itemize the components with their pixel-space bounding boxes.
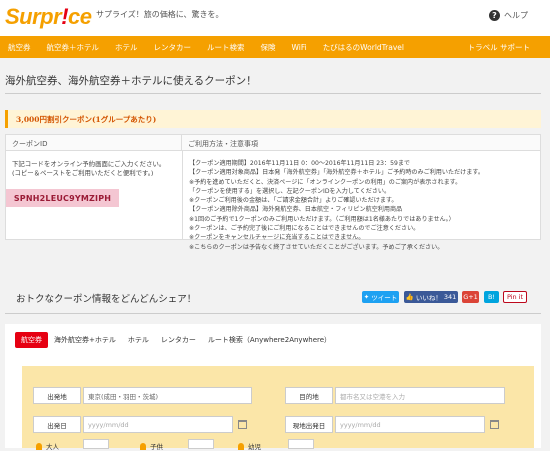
header: Surpr!ce サプライズ！旅の価格に、驚きを。 ? ヘルプ	[0, 0, 550, 36]
surprice-logo[interactable]: Surpr!ce	[5, 4, 92, 30]
tab-flights[interactable]: 航空券	[15, 332, 48, 348]
terms-line: ※クーポンご利用後の金額は、「ご請求金額合計」よりご確認いただけます。	[189, 197, 398, 205]
coupon-instructions: 下記コードをオンライン予約画面にご入力ください。 (コピー＆ペーストをご利用いた…	[12, 160, 166, 177]
main-nav: 航空券 航空券＋ホテル ホテル レンタカー ルート検索 保険 WiFi たびはる…	[0, 36, 550, 58]
page-title: 海外航空券、海外航空券＋ホテルに使えるクーポン！	[5, 75, 257, 87]
nav-item-route-search[interactable]: ルート検索	[199, 42, 253, 53]
nav-item-rentacar[interactable]: レンタカー	[146, 42, 200, 53]
nav-item-flight-hotel[interactable]: 航空券＋ホテル	[39, 42, 108, 53]
destination-label: 目的地	[285, 387, 333, 404]
return-date-label: 現地出発日	[285, 416, 333, 433]
tweet-button[interactable]: ✦ ツイート	[362, 291, 399, 303]
tagline: サプライズ！旅の価格に、驚きを。	[96, 10, 224, 19]
terms-line: ※予約を進めていただくと、決済ページに「オンラインクーポンの利用」のご案内が表示…	[189, 178, 462, 186]
tab-rentacar[interactable]: レンタカー	[155, 332, 202, 348]
terms-line: 【クーポン適用対象商品】日本発「海外航空券」「海外航空券＋ホテル」ご予約時のみご…	[189, 169, 484, 177]
twitter-icon: ✦	[363, 293, 370, 301]
coupon-terms: 【クーポン適用期間】2016年11月11日 0：00～2016年11月11日 2…	[189, 159, 539, 252]
return-date-input[interactable]: yyyy/mm/dd	[335, 416, 485, 433]
adult-label: 大人	[36, 441, 59, 451]
terms-line: 【クーポン適用期間】2016年11月11日 0：00～2016年11月11日 2…	[189, 160, 411, 167]
coupon-table: クーポンID ご利用方法・注意事項 下記コードをオンライン予約画面にご入力くださ…	[5, 134, 541, 251]
departure-input[interactable]: 東京(成田・羽田・茨城)	[83, 387, 252, 404]
terms-line: ※クーポンをキャンセルチャージに充当することはできません。	[189, 234, 365, 242]
infant-label: 幼児	[238, 441, 261, 451]
departure-label: 出発地	[33, 387, 81, 404]
help-label: ヘルプ	[504, 11, 528, 20]
thumbs-up-icon: 👍	[405, 293, 414, 301]
departure-date-label: 出発日	[33, 416, 81, 433]
person-icon	[140, 442, 146, 450]
departure-date-input[interactable]: yyyy/mm/dd	[83, 416, 233, 433]
nav-item-hotel[interactable]: ホテル	[107, 42, 146, 53]
travel-support-link[interactable]: トラベル サポート	[468, 42, 530, 53]
coupon-discount-bar: 3,000円割引クーポン(1グループあたり)	[5, 110, 541, 128]
share-title: おトクなクーポン情報をどんどんシェア！	[16, 294, 197, 305]
help-link[interactable]: ? ヘルプ	[489, 10, 528, 21]
coupon-id-header: クーポンID	[6, 135, 182, 151]
search-form	[22, 366, 534, 448]
child-label: 子供	[140, 441, 163, 451]
calendar-icon[interactable]	[238, 420, 247, 429]
column-divider	[182, 151, 183, 240]
question-icon: ?	[489, 10, 500, 21]
hatena-bookmark-button[interactable]: B!	[484, 291, 499, 303]
facebook-like-button[interactable]: 👍 いいね！ 341	[404, 291, 458, 303]
terms-line: ※こちらのクーポンは予告なく終了させていただくことがございます。予めご了承くださ…	[189, 243, 444, 251]
tab-route-search[interactable]: ルート検索（Anywhere2Anywhere）	[202, 332, 337, 348]
nav-item-flights[interactable]: 航空券	[0, 42, 39, 53]
terms-line: ※クーポンは、ご予約完了後にご利用になることはできませんのでご注意ください。	[189, 225, 420, 233]
calendar-icon[interactable]	[490, 420, 499, 429]
terms-line: 「クーポンを使用する」を選択し、左記クーポンIDを入力してください。	[189, 187, 391, 195]
terms-line: 【クーポン適用除外商品】海外発航空券、日本航空・フィリピン航空利用商品	[189, 206, 403, 214]
destination-input[interactable]: 都市名又は空港を入力	[335, 387, 505, 404]
person-icon	[36, 442, 42, 450]
divider	[5, 313, 541, 314]
coupon-terms-header: ご利用方法・注意事項	[182, 135, 540, 151]
nav-item-wifi[interactable]: WiFi	[284, 43, 315, 52]
tab-flight-hotel[interactable]: 海外航空券+ホテル	[48, 332, 122, 348]
tab-hotel[interactable]: ホテル	[122, 332, 155, 348]
coupon-code[interactable]: SPNH2LEUC9YMZIPH	[6, 189, 119, 207]
nav-item-world-travel[interactable]: たびはるのWorldTravel	[315, 42, 412, 53]
nav-item-insurance[interactable]: 保険	[253, 42, 284, 53]
google-plus-button[interactable]: G+1	[462, 291, 479, 303]
person-icon	[238, 442, 244, 450]
divider	[5, 93, 541, 94]
pinterest-button[interactable]: Pin it	[503, 291, 527, 303]
terms-line: ※1回のご予約で1クーポンのみご利用いただけます。（ご利用額は1名様あたりではあ…	[189, 215, 455, 223]
search-tabs: 航空券 海外航空券+ホテル ホテル レンタカー ルート検索（Anywhere2A…	[5, 331, 541, 349]
